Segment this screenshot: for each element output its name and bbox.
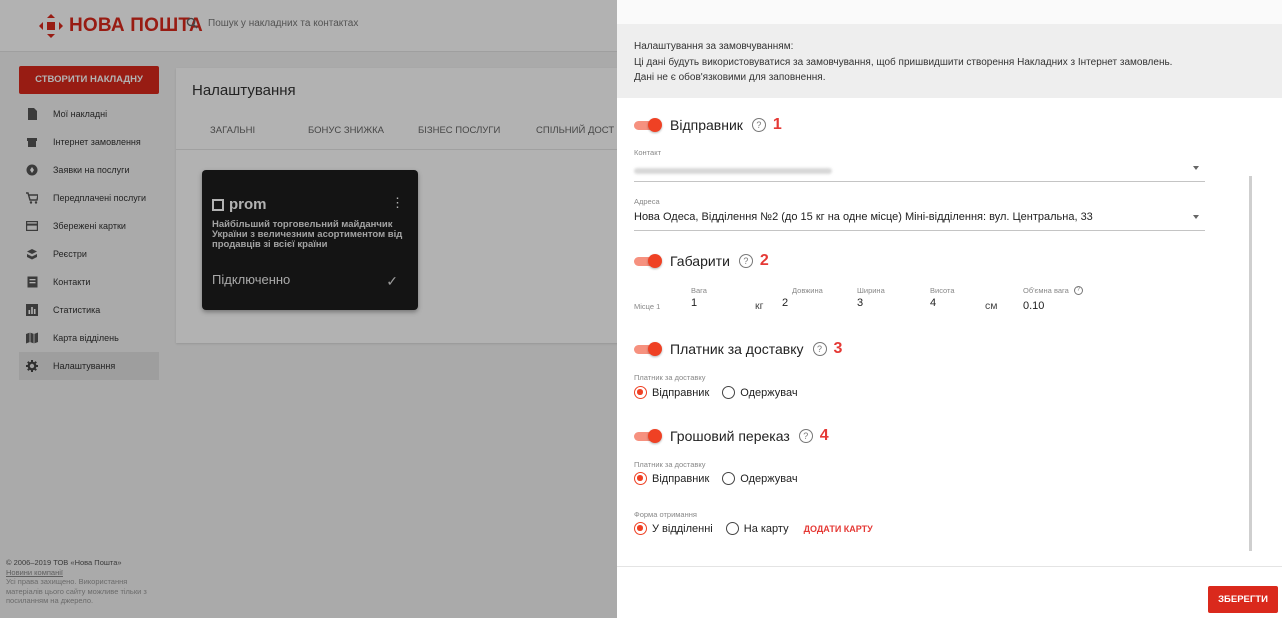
receive-form-label: Форма отримання: [634, 510, 697, 519]
payer-toggle[interactable]: [634, 342, 662, 356]
weight-unit: кг: [755, 300, 764, 312]
radio-label: На карту: [743, 522, 789, 535]
radio-label: Відправник: [652, 472, 710, 485]
weight-input[interactable]: 1: [691, 297, 697, 309]
help-icon[interactable]: ?: [798, 429, 813, 443]
contact-label: Контакт: [634, 148, 662, 157]
sender-title: Відправник: [670, 117, 743, 133]
info-text-2: Дані не є обов'язковими для заповнення.: [634, 72, 826, 83]
width-input[interactable]: 3: [857, 297, 863, 309]
address-select[interactable]: Нова Одеса, Відділення №2 (до 15 кг на о…: [634, 209, 1205, 231]
length-label: Довжина: [792, 286, 823, 295]
receive-option-card[interactable]: На карту: [725, 522, 789, 535]
payer-label: Платник за доставку: [634, 373, 706, 382]
length-input[interactable]: 2: [782, 297, 788, 309]
receive-form-radio-group: У відділенні На карту ДОДАТИ КАРТУ: [634, 522, 873, 535]
step-number: 2: [759, 252, 769, 269]
radio-label: Одержувач: [740, 386, 798, 399]
payer-radio-group: Відправник Одержувач: [634, 386, 811, 399]
radio-label: Відправник: [652, 386, 710, 399]
transfer-payer-label: Платник за доставку: [634, 460, 706, 469]
add-card-link[interactable]: ДОДАТИ КАРТУ: [804, 524, 873, 534]
height-input[interactable]: 4: [930, 297, 936, 309]
transfer-payer-radio-group: Відправник Одержувач: [634, 472, 811, 485]
money-transfer-title: Грошовий переказ: [670, 428, 790, 444]
money-transfer-toggle[interactable]: [634, 429, 662, 443]
contact-select[interactable]: [634, 160, 1205, 182]
step-number: 3: [833, 340, 843, 357]
receive-option-branch[interactable]: У відділенні: [634, 522, 713, 535]
info-text-1: Ці дані будуть використовуватися за замо…: [634, 57, 1173, 68]
width-label: Ширина: [857, 286, 885, 295]
radio-unchecked[interactable]: [722, 386, 736, 399]
radio-unchecked[interactable]: [725, 522, 739, 535]
address-value: Нова Одеса, Відділення №2 (до 15 кг на о…: [634, 211, 1093, 223]
scrollbar[interactable]: [1249, 176, 1252, 551]
dropdown-arrow-icon: [1193, 215, 1199, 219]
volume-weight-value: 0.10: [1023, 300, 1045, 312]
dropdown-arrow-icon: [1193, 166, 1199, 170]
place-label: Місце 1: [634, 302, 661, 311]
help-icon[interactable]: ?: [812, 342, 827, 356]
volume-weight-label: Об'ємна вага ?: [1023, 286, 1083, 295]
transfer-payer-option-recipient[interactable]: Одержувач: [722, 472, 798, 485]
payer-option-sender[interactable]: Відправник: [634, 386, 709, 399]
payer-title: Платник за доставку: [670, 341, 804, 357]
step-number: 4: [819, 427, 829, 444]
transfer-payer-option-sender[interactable]: Відправник: [634, 472, 709, 485]
volume-weight-label-text: Об'ємна вага: [1023, 286, 1069, 295]
panel-footer: ЗБЕРЕГТИ: [617, 566, 1282, 618]
modal-overlay[interactable]: [0, 0, 617, 618]
radio-checked[interactable]: [634, 522, 647, 535]
help-icon[interactable]: ?: [738, 254, 753, 268]
dimensions-section-header: Габарити ? 2: [634, 252, 769, 270]
default-settings-panel: Налаштування за замовчуванням: Ці дані б…: [617, 0, 1282, 618]
contact-value-blurred: [634, 168, 832, 174]
panel-top-strip: [617, 0, 1282, 24]
address-label: Адреса: [634, 197, 660, 206]
radio-label: У відділенні: [652, 522, 713, 535]
radio-checked[interactable]: [634, 386, 647, 399]
sender-section-header: Відправник ? 1: [634, 116, 782, 134]
money-transfer-section-header: Грошовий переказ ? 4: [634, 427, 829, 445]
payer-option-recipient[interactable]: Одержувач: [722, 386, 798, 399]
dimensions-toggle[interactable]: [634, 254, 662, 268]
info-title: Налаштування за замовчуванням:: [634, 41, 794, 52]
radio-checked[interactable]: [634, 472, 647, 485]
size-unit: см: [985, 300, 998, 312]
sender-toggle[interactable]: [634, 118, 662, 132]
help-icon[interactable]: ?: [751, 118, 766, 132]
help-icon[interactable]: ?: [1073, 286, 1083, 295]
step-number: 1: [772, 116, 782, 133]
radio-label: Одержувач: [740, 472, 798, 485]
height-label: Висота: [930, 286, 955, 295]
payer-section-header: Платник за доставку ? 3: [634, 340, 842, 358]
save-button[interactable]: ЗБЕРЕГТИ: [1208, 586, 1278, 613]
info-box: Налаштування за замовчуванням: Ці дані б…: [617, 24, 1282, 98]
dimensions-title: Габарити: [670, 253, 730, 269]
weight-label: Вага: [691, 286, 707, 295]
radio-unchecked[interactable]: [722, 472, 736, 485]
